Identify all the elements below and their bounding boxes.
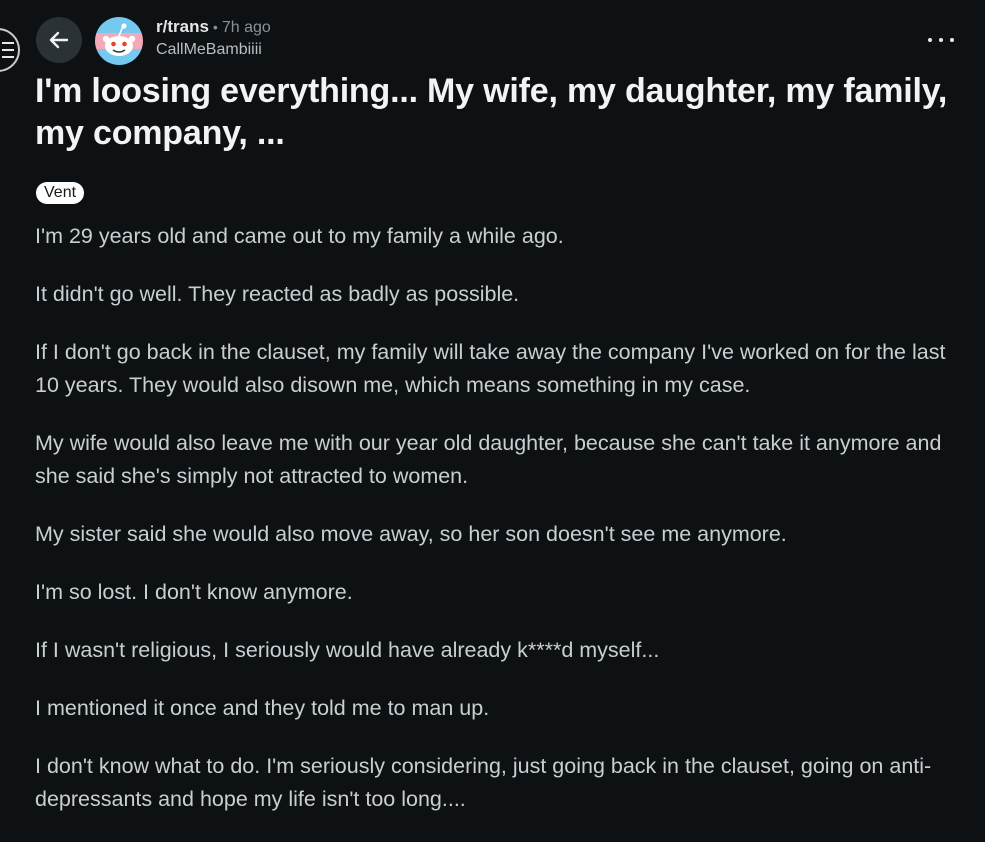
author-name[interactable]: CallMeBambiiii: [156, 40, 271, 60]
post-time: 7h ago: [221, 19, 271, 36]
snoo-avatar-icon: [95, 17, 143, 65]
back-arrow-icon: [49, 31, 69, 49]
meta-separator: •: [212, 19, 218, 35]
subreddit-avatar[interactable]: [95, 17, 143, 65]
body-paragraph: I mentioned it once and they told me to …: [35, 696, 490, 720]
body-paragraph: I don't know what to do. I'm seriously c…: [35, 754, 932, 811]
post-title: I'm loosing everything... My wife, my da…: [35, 72, 948, 152]
subreddit-name[interactable]: r/trans: [156, 17, 209, 36]
body-paragraph: My sister said she would also move away,…: [35, 522, 787, 546]
post-page: r/trans • 7h ago CallMeBambiiii I'm loosin…: [0, 0, 985, 842]
body-paragraph: It didn't go well. They reacted as badly…: [35, 282, 520, 306]
post-flair[interactable]: Vent: [36, 182, 85, 204]
body-paragraph: My wife would also leave me with our yea…: [35, 431, 942, 488]
body-paragraph: If I don't go back in the clauset, my fa…: [35, 340, 946, 397]
post-meta: r/trans • 7h ago CallMeBambiiii: [156, 16, 271, 60]
body-paragraph: I'm 29 years old and came out to my fami…: [35, 224, 564, 248]
post-body: I'm 29 years old and came out to my fami…: [35, 220, 970, 841]
more-options-icon[interactable]: [928, 30, 954, 50]
back-button[interactable]: [36, 17, 82, 63]
menu-icon[interactable]: [0, 28, 20, 72]
body-paragraph: I'm so lost. I don't know anymore.: [35, 580, 353, 604]
body-paragraph: If I wasn't religious, I seriously would…: [35, 638, 660, 662]
